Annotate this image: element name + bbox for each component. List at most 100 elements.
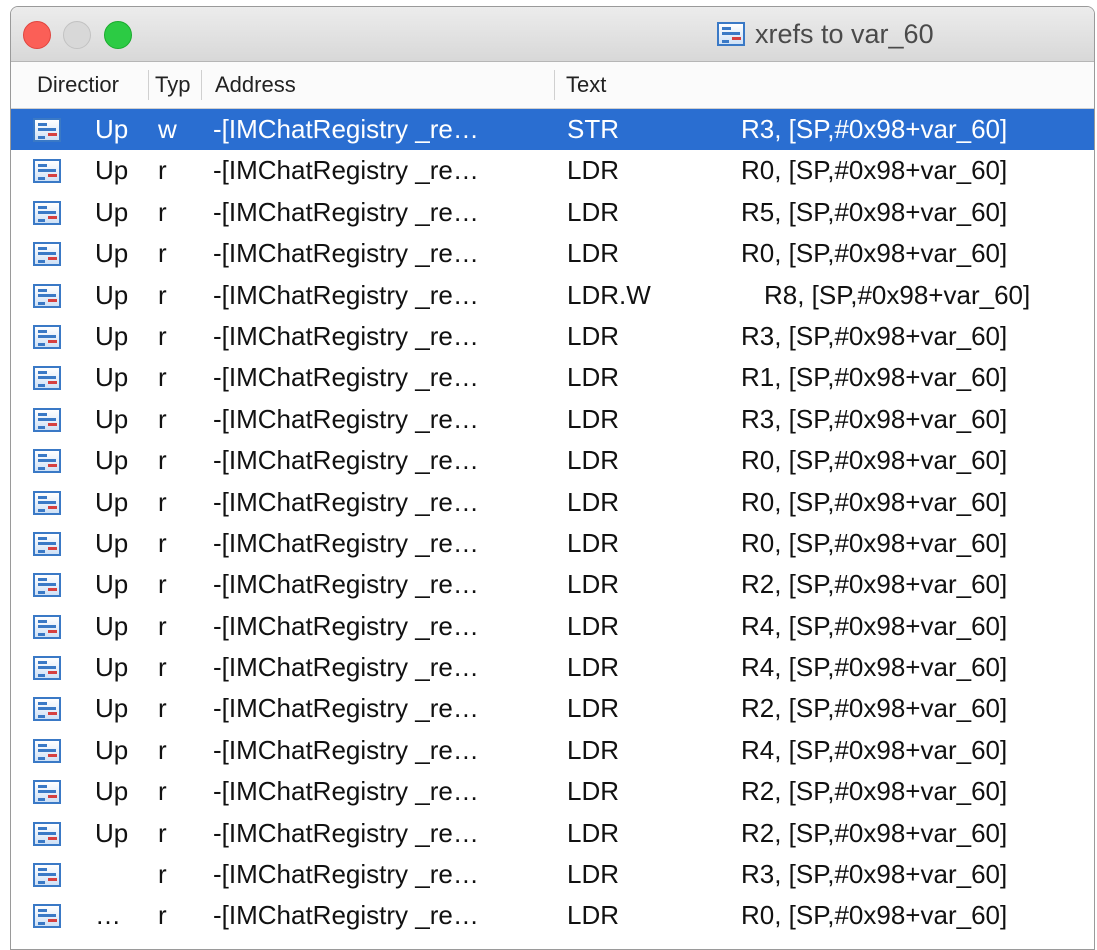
operands-cell: R3, [SP,#0x98+var_60] [741, 320, 1008, 351]
table-row[interactable]: Up w -[IMChatRegistry _re… STR R3, [SP,#0x98… [11, 109, 1094, 151]
xref-row-icon [33, 200, 61, 225]
direction-cell: Up [95, 320, 129, 351]
table-row[interactable]: Up r -[IMChatRegistry _re… LDR R4, [SP,#0x98… [11, 730, 1094, 771]
close-button[interactable] [23, 21, 51, 49]
direction-cell: Up [95, 693, 129, 724]
address-cell: -[IMChatRegistry _re… [213, 403, 479, 434]
table-row[interactable]: Up r -[IMChatRegistry _re… LDR R0, [SP,#0x98… [11, 440, 1094, 481]
table-row[interactable]: Up r -[IMChatRegistry _re… LDR R0, [SP,#0x98… [11, 482, 1094, 523]
mnemonic-cell: LDR [567, 320, 620, 351]
operands-cell: R4, [SP,#0x98+var_60] [741, 652, 1008, 683]
type-cell: r [158, 569, 167, 600]
operands-cell: R3, [SP,#0x98+var_60] [741, 403, 1008, 434]
title-bar[interactable]: xrefs to var_60 [11, 7, 1094, 62]
address-cell: -[IMChatRegistry _re… [213, 445, 479, 476]
zoom-button[interactable] [104, 21, 132, 49]
operands-cell: R4, [SP,#0x98+var_60] [741, 610, 1008, 641]
address-cell: -[IMChatRegistry _re… [213, 362, 479, 393]
address-cell: -[IMChatRegistry _re… [213, 196, 479, 227]
direction-cell: Up [95, 776, 129, 807]
type-cell: r [158, 279, 167, 310]
mnemonic-cell: LDR [567, 527, 620, 558]
mnemonic-cell: LDR [567, 238, 620, 269]
xref-row-icon [33, 531, 61, 556]
table-row[interactable]: Up r -[IMChatRegistry _re… LDR R2, [SP,#0x98… [11, 688, 1094, 729]
table-row[interactable]: Up r -[IMChatRegistry _re… LDR.W R8, [SP,#0x… [11, 275, 1094, 316]
column-resize-handle[interactable] [148, 70, 149, 100]
xref-row-icon [33, 614, 61, 639]
table-row[interactable]: … r -[IMChatRegistry _re… LDR R0, [SP,#0x98+… [11, 895, 1094, 936]
column-header-direction[interactable]: Directior [37, 62, 145, 108]
operands-cell: R2, [SP,#0x98+var_60] [741, 817, 1008, 848]
column-resize-handle[interactable] [201, 70, 202, 100]
operands-cell: R1, [SP,#0x98+var_60] [741, 362, 1008, 393]
direction-cell: Up [95, 238, 129, 269]
xref-row-icon [33, 118, 61, 142]
xref-row-icon [33, 324, 61, 349]
type-cell: r [158, 320, 167, 351]
direction-cell: Up [95, 527, 129, 558]
operands-cell: R0, [SP,#0x98+var_60] [741, 527, 1008, 558]
mnemonic-cell: LDR [567, 859, 620, 890]
xref-row-icon [33, 242, 61, 267]
mnemonic-cell: LDR [567, 900, 620, 931]
type-cell: r [158, 900, 167, 931]
address-cell: -[IMChatRegistry _re… [213, 486, 479, 517]
table-row[interactable]: Up r -[IMChatRegistry _re… LDR R1, [SP,#0x98… [11, 357, 1094, 398]
operands-cell: R8, [SP,#0x98+var_60] [764, 279, 1031, 310]
direction-cell: Up [95, 652, 129, 683]
mnemonic-cell: LDR [567, 486, 620, 517]
direction-cell: Up [95, 569, 129, 600]
xref-table: Up w -[IMChatRegistry _re… STR R3, [SP,#0x98… [11, 109, 1094, 937]
mnemonic-cell: LDR [567, 776, 620, 807]
table-row[interactable]: Up r -[IMChatRegistry _re… LDR R2, [SP,#0x98… [11, 771, 1094, 812]
xref-row-icon [33, 780, 61, 805]
address-cell: -[IMChatRegistry _re… [213, 238, 479, 269]
type-cell: r [158, 238, 167, 269]
operands-cell: R3, [SP,#0x98+var_60] [741, 114, 1008, 144]
table-row[interactable]: Up r -[IMChatRegistry _re… LDR R0, [SP,#0x98… [11, 150, 1094, 191]
address-cell: -[IMChatRegistry _re… [213, 320, 479, 351]
type-cell: r [158, 196, 167, 227]
table-row[interactable]: Up r -[IMChatRegistry _re… LDR R2, [SP,#0x98… [11, 813, 1094, 854]
address-cell: -[IMChatRegistry _re… [213, 693, 479, 724]
table-row[interactable]: Up r -[IMChatRegistry _re… LDR R4, [SP,#0x98… [11, 647, 1094, 688]
direction-cell: Up [95, 445, 129, 476]
table-row[interactable]: Up r -[IMChatRegistry _re… LDR R2, [SP,#0x98… [11, 564, 1094, 605]
direction-cell: Up [95, 114, 129, 144]
table-row[interactable]: Up r -[IMChatRegistry _re… LDR R0, [SP,#0x98… [11, 523, 1094, 564]
table-row[interactable]: Up r -[IMChatRegistry _re… LDR R0, [SP,#0x98… [11, 233, 1094, 274]
mnemonic-cell: LDR [567, 155, 620, 186]
mnemonic-cell: STR [567, 114, 619, 144]
xref-row-icon [33, 821, 61, 846]
type-cell: r [158, 693, 167, 724]
operands-cell: R3, [SP,#0x98+var_60] [741, 859, 1008, 890]
direction-cell: Up [95, 403, 129, 434]
direction-cell: Up [95, 155, 129, 186]
table-row[interactable]: Up r -[IMChatRegistry _re… LDR R3, [SP,#0x98… [11, 399, 1094, 440]
xref-row-icon [33, 656, 61, 681]
direction-cell: … [95, 900, 121, 931]
column-header-text[interactable]: Text [566, 62, 866, 108]
operands-cell: R2, [SP,#0x98+var_60] [741, 569, 1008, 600]
table-row[interactable]: Up r -[IMChatRegistry _re… LDR R4, [SP,#0x98… [11, 606, 1094, 647]
direction-cell: Up [95, 362, 129, 393]
xref-row-icon [33, 863, 61, 888]
table-row[interactable]: Up r -[IMChatRegistry _re… LDR R3, [SP,#0x98… [11, 316, 1094, 357]
type-cell: r [158, 734, 167, 765]
type-cell: r [158, 610, 167, 641]
address-cell: -[IMChatRegistry _re… [213, 776, 479, 807]
type-cell: r [158, 776, 167, 807]
minimize-button[interactable] [63, 21, 91, 49]
column-header-address[interactable]: Address [215, 62, 535, 108]
window-title: xrefs to var_60 [755, 18, 934, 49]
column-resize-handle[interactable] [554, 70, 555, 100]
table-row[interactable]: r -[IMChatRegistry _re… LDR R3, [SP,#0x98+v… [11, 854, 1094, 895]
direction-cell: Up [95, 817, 129, 848]
xref-row-icon [33, 573, 61, 598]
mnemonic-cell: LDR.W [567, 279, 651, 310]
xref-row-icon [33, 159, 61, 184]
column-header-type[interactable]: Typ [155, 62, 195, 108]
table-row[interactable]: Up r -[IMChatRegistry _re… LDR R5, [SP,#0x98… [11, 192, 1094, 233]
xref-row-icon [33, 449, 61, 474]
